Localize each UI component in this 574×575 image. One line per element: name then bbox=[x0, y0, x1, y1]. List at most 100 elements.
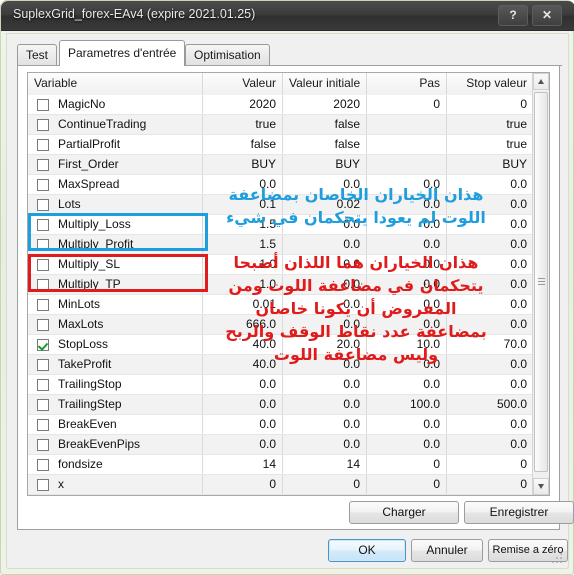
table-row[interactable]: x0000 bbox=[28, 475, 534, 495]
cell-valeur[interactable]: 0.0 bbox=[203, 395, 283, 414]
cell-variable-name[interactable]: StopLoss bbox=[28, 335, 203, 354]
cell-stop-valeur[interactable]: 0.0 bbox=[447, 195, 534, 214]
cell-valeur-initiale[interactable]: 14 bbox=[283, 455, 367, 474]
cell-stop-valeur[interactable]: 500.0 bbox=[447, 395, 534, 414]
tab-optimisation[interactable]: Optimisation bbox=[185, 44, 270, 66]
cell-valeur-initiale[interactable]: 20.0 bbox=[283, 335, 367, 354]
table-row[interactable]: Multiply_Loss 1.5 0.0 0.0 0.0 bbox=[28, 215, 534, 235]
cell-stop-valeur[interactable]: 0.0 bbox=[447, 435, 534, 454]
cell-pas[interactable]: 0 bbox=[367, 95, 447, 114]
scrollbar-thumb[interactable] bbox=[534, 92, 548, 472]
cell-stop-valeur[interactable]: 0 bbox=[447, 95, 534, 114]
cell-pas[interactable]: 0.0 bbox=[367, 195, 447, 214]
cell-variable-name[interactable]: MaxLots bbox=[28, 315, 203, 334]
cell-variable-name[interactable]: MaxSpread bbox=[28, 175, 203, 194]
cell-valeur-initiale[interactable]: false bbox=[283, 115, 367, 134]
cell-valeur-initiale[interactable]: 2020 bbox=[283, 95, 367, 114]
cell-variable-name[interactable]: Lots bbox=[28, 195, 203, 214]
cell-variable-name[interactable]: BreakEvenPips bbox=[28, 435, 203, 454]
cell-valeur-initiale[interactable]: BUY bbox=[283, 155, 367, 174]
cell-stop-valeur[interactable]: 0.0 bbox=[447, 355, 534, 374]
cell-variable-name[interactable]: TrailingStop bbox=[28, 375, 203, 394]
tab-test[interactable]: Test bbox=[17, 44, 58, 66]
cell-valeur-initiale[interactable]: 0.0 bbox=[283, 375, 367, 394]
cell-pas[interactable]: 10.0 bbox=[367, 335, 447, 354]
cell-pas[interactable] bbox=[367, 135, 447, 154]
cell-stop-valeur[interactable]: 0 bbox=[447, 475, 534, 494]
cell-valeur-initiale[interactable]: 0.0 bbox=[283, 235, 367, 254]
cell-valeur-initiale[interactable]: 0 bbox=[283, 475, 367, 494]
table-row[interactable]: fondsize 14 14 0 0 bbox=[28, 455, 534, 475]
cell-valeur[interactable]: 1.0 bbox=[203, 275, 283, 294]
cell-variable-name[interactable]: fondsize bbox=[28, 455, 203, 474]
table-row[interactable]: TrailingStop 0.0 0.0 0.0 0.0 bbox=[28, 375, 534, 395]
cell-valeur[interactable]: 14 bbox=[203, 455, 283, 474]
cell-valeur[interactable]: 1.0 bbox=[203, 255, 283, 274]
cell-valeur-initiale[interactable]: 0.0 bbox=[283, 175, 367, 194]
cell-variable-name[interactable]: TrailingStep bbox=[28, 395, 203, 414]
annuler-button[interactable]: Annuler bbox=[411, 539, 483, 562]
cell-pas[interactable]: 0.0 bbox=[367, 215, 447, 234]
tab-parametres-entree[interactable]: Parametres d'entrée bbox=[59, 40, 186, 66]
cell-valeur-initiale[interactable]: 0.0 bbox=[283, 275, 367, 294]
cell-valeur[interactable]: 0.01 bbox=[203, 295, 283, 314]
cell-valeur-initiale[interactable]: 0.0 bbox=[283, 255, 367, 274]
cell-stop-valeur[interactable]: 0.0 bbox=[447, 295, 534, 314]
column-header-valeur-initiale[interactable]: Valeur initiale bbox=[283, 73, 367, 94]
table-row[interactable]: MagicNo 2020 2020 0 0 bbox=[28, 95, 534, 115]
close-button[interactable]: ✕ bbox=[532, 5, 562, 26]
cell-variable-name[interactable]: First_Order bbox=[28, 155, 203, 174]
cell-valeur[interactable]: 40.0 bbox=[203, 355, 283, 374]
table-row[interactable]: BreakEvenPips 0.0 0.0 0.0 0.0 bbox=[28, 435, 534, 455]
cell-valeur-initiale[interactable]: 0.0 bbox=[283, 295, 367, 314]
cell-variable-name[interactable]: Multiply_Profit bbox=[28, 235, 203, 254]
cell-pas[interactable]: 0.0 bbox=[367, 175, 447, 194]
table-row[interactable]: Multiply_Profit 1.5 0.0 0.0 0.0 bbox=[28, 235, 534, 255]
cell-stop-valeur[interactable]: true bbox=[447, 135, 534, 154]
table-row[interactable]: TakeProfit 40.0 0.0 0.0 0.0 bbox=[28, 355, 534, 375]
cell-valeur-initiale[interactable]: 0.0 bbox=[283, 215, 367, 234]
table-row[interactable]: TrailingStep 0.0 0.0 100.0 500.0 bbox=[28, 395, 534, 415]
cell-stop-valeur[interactable]: 70.0 bbox=[447, 335, 534, 354]
table-row[interactable]: MinLots 0.01 0.0 0.0 0.0 bbox=[28, 295, 534, 315]
cell-variable-name[interactable]: TakeProfit bbox=[28, 355, 203, 374]
cell-pas[interactable] bbox=[367, 115, 447, 134]
table-row[interactable]: StopLoss 40.0 20.0 10.0 70.0 bbox=[28, 335, 534, 355]
cell-variable-name[interactable]: Multiply_Loss bbox=[28, 215, 203, 234]
cell-valeur-initiale[interactable]: 0.0 bbox=[283, 315, 367, 334]
cell-valeur[interactable]: 666.0 bbox=[203, 315, 283, 334]
cell-pas[interactable]: 0.0 bbox=[367, 315, 447, 334]
cell-variable-name[interactable]: BreakEven bbox=[28, 415, 203, 434]
cell-valeur[interactable]: 0.0 bbox=[203, 175, 283, 194]
column-header-valeur[interactable]: Valeur bbox=[203, 73, 283, 94]
cell-variable-name[interactable]: ContinueTrading bbox=[28, 115, 203, 134]
cell-valeur[interactable]: false bbox=[203, 135, 283, 154]
cell-variable-name[interactable]: PartialProfit bbox=[28, 135, 203, 154]
table-row[interactable]: PartialProfit false false true bbox=[28, 135, 534, 155]
cell-valeur[interactable]: BUY bbox=[203, 155, 283, 174]
cell-variable-name[interactable]: x bbox=[28, 475, 203, 494]
cell-stop-valeur[interactable]: true bbox=[447, 115, 534, 134]
table-row[interactable]: Lots 0.1 0.02 0.0 0.0 bbox=[28, 195, 534, 215]
column-header-pas[interactable]: Pas bbox=[367, 73, 447, 94]
cell-valeur-initiale[interactable]: false bbox=[283, 135, 367, 154]
scroll-down-arrow-icon[interactable] bbox=[533, 478, 549, 495]
cell-valeur-initiale[interactable]: 0.02 bbox=[283, 195, 367, 214]
cell-pas[interactable]: 0.0 bbox=[367, 375, 447, 394]
scroll-up-arrow-icon[interactable] bbox=[533, 73, 549, 90]
cell-pas[interactable]: 0.0 bbox=[367, 255, 447, 274]
cell-pas[interactable]: 0.0 bbox=[367, 435, 447, 454]
column-header-stop-valeur[interactable]: Stop valeur bbox=[447, 73, 534, 94]
cell-valeur[interactable]: 1.5 bbox=[203, 215, 283, 234]
cell-valeur-initiale[interactable]: 0.0 bbox=[283, 415, 367, 434]
cell-stop-valeur[interactable]: 0.0 bbox=[447, 255, 534, 274]
table-row[interactable]: ContinueTrading true false true bbox=[28, 115, 534, 135]
cell-valeur[interactable]: 0.1 bbox=[203, 195, 283, 214]
cell-valeur[interactable]: 0.0 bbox=[203, 435, 283, 454]
cell-valeur[interactable]: 2020 bbox=[203, 95, 283, 114]
cell-valeur[interactable]: true bbox=[203, 115, 283, 134]
cell-pas[interactable]: 0 bbox=[367, 475, 447, 494]
ok-button[interactable]: OK bbox=[328, 539, 406, 562]
charger-button[interactable]: Charger bbox=[349, 501, 459, 524]
cell-pas[interactable]: 0.0 bbox=[367, 295, 447, 314]
